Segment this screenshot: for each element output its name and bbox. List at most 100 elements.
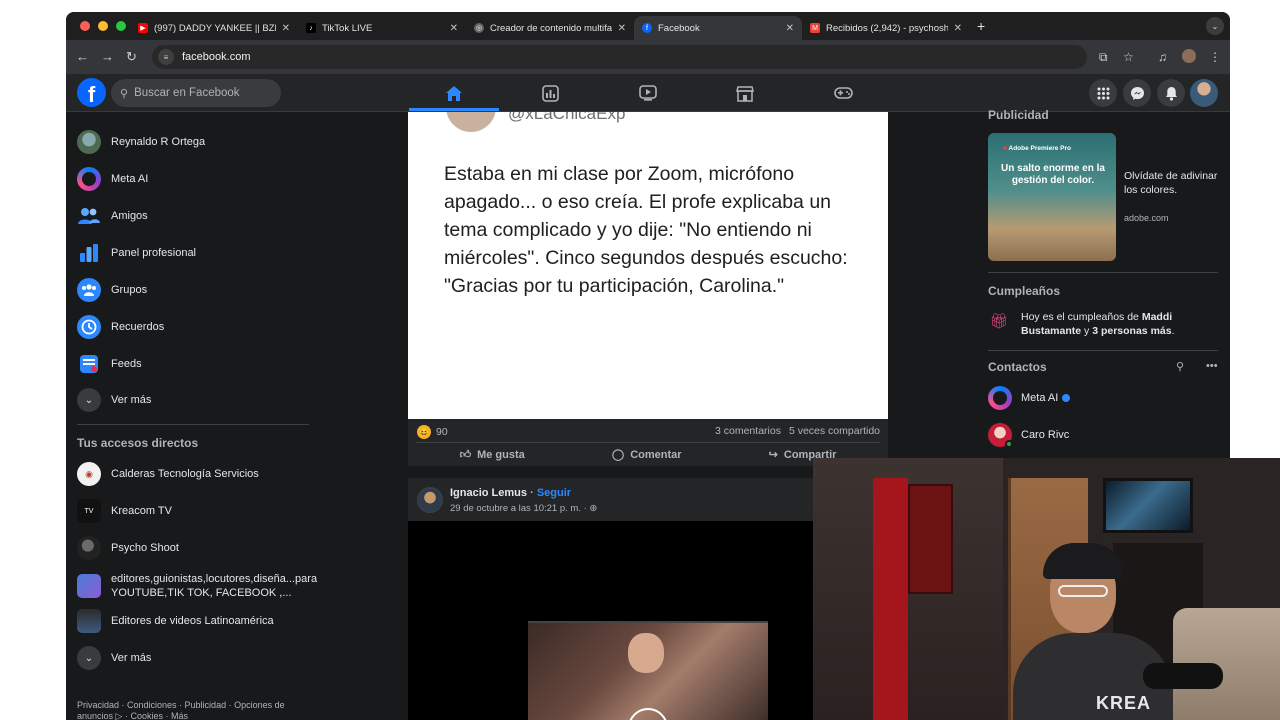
post-author-line: Ignacio Lemus · Seguir: [450, 487, 572, 499]
share-arrow-icon: ↪: [768, 449, 778, 461]
author-avatar[interactable]: [417, 487, 443, 513]
birthday-others[interactable]: 3 personas más: [1092, 325, 1171, 337]
post-image[interactable]: @xLaChicaExp Estaba en mi clase por Zoom…: [408, 112, 888, 419]
tab-facebook[interactable]: f Facebook ✕: [634, 16, 802, 40]
avatar: [77, 130, 101, 154]
shortcut-kreacom[interactable]: TV Kreacom TV: [77, 496, 312, 526]
sidebar-item-label: Meta AI: [111, 173, 149, 185]
comment-count[interactable]: 3 comentarios: [715, 425, 781, 437]
video-nav-icon[interactable]: [637, 83, 659, 103]
memories-icon: [77, 315, 101, 339]
footer-links[interactable]: Privacidad · Condiciones · Publicidad · …: [77, 700, 317, 720]
search-icon: ⚲: [120, 87, 129, 100]
active-nav-indicator: [409, 108, 499, 111]
sidebar-item-feeds[interactable]: Feeds: [77, 349, 312, 379]
webcam-monitor: [1103, 478, 1193, 533]
chevron-down-icon: ⌄: [77, 388, 101, 412]
home-nav-icon[interactable]: [443, 83, 465, 103]
notifications-bell-icon[interactable]: [1157, 79, 1185, 107]
close-tab-icon[interactable]: ✕: [618, 23, 626, 34]
sidebar-item-dashboard[interactable]: Panel profesional: [77, 238, 312, 268]
webcam-streamer: KREA: [1013, 543, 1223, 720]
shortcut-label: Kreacom TV: [111, 505, 172, 517]
reload-icon[interactable]: ↻: [126, 49, 137, 65]
facebook-logo[interactable]: f: [77, 78, 106, 107]
tab-youtube[interactable]: ▶ (997) DADDY YANKEE || BZR ✕: [130, 16, 298, 40]
webcam-red-wall: [873, 478, 908, 720]
ad-image: ■ Adobe Premiere Pro Un salto enorme en …: [988, 133, 1116, 261]
install-app-icon[interactable]: ⧉: [1099, 50, 1108, 65]
tab-title: Recibidos (2,942) - psychosh: [826, 22, 948, 34]
tab-creador[interactable]: ◎ Creador de contenido multifa ✕: [466, 16, 634, 40]
verified-badge-icon: [1062, 394, 1071, 402]
post-date[interactable]: 29 de octubre a las 10:21 p. m. · ⊕: [450, 503, 597, 514]
media-control-icon[interactable]: ♫: [1158, 50, 1167, 64]
tab-title: TikTok LIVE: [322, 22, 373, 34]
browser-menu-icon[interactable]: ⋮: [1209, 50, 1221, 64]
laugh-reaction-icon: 😆: [417, 425, 431, 439]
marketplace-nav-icon[interactable]: [734, 83, 756, 103]
dashboard-icon: [77, 241, 101, 265]
meta-ai-icon: [988, 386, 1012, 410]
close-tab-icon[interactable]: ✕: [786, 23, 794, 34]
shortcut-label: Calderas Tecnología Servicios: [111, 468, 259, 480]
tab-gmail[interactable]: M Recibidos (2,942) - psychosh ✕: [802, 16, 970, 40]
author-name[interactable]: Ignacio Lemus: [450, 487, 527, 499]
messenger-icon[interactable]: [1123, 79, 1151, 107]
shortcut-psycho-shoot[interactable]: Psycho Shoot: [77, 533, 312, 563]
new-tab-button[interactable]: +: [977, 18, 985, 34]
video-thumbnail: [528, 621, 768, 720]
address-bar[interactable]: ≡ facebook.com: [152, 45, 1087, 69]
close-tab-icon[interactable]: ✕: [450, 23, 458, 34]
contact-caro-rivc[interactable]: Caro Rivc: [988, 421, 1069, 449]
dashboard-nav-icon[interactable]: [539, 83, 561, 103]
sidebar-item-label: Amigos: [111, 210, 148, 222]
forward-icon[interactable]: →: [101, 49, 114, 64]
tab-search-button[interactable]: ⌄: [1206, 17, 1224, 35]
search-contacts-icon[interactable]: ⚲: [1176, 360, 1184, 373]
maximize-window-button[interactable]: [116, 21, 126, 31]
sidebar-item-meta-ai[interactable]: Meta AI: [77, 164, 312, 194]
close-tab-icon[interactable]: ✕: [282, 23, 290, 34]
window-controls: [80, 21, 126, 31]
menu-grid-icon[interactable]: [1089, 79, 1117, 107]
minimize-window-button[interactable]: [98, 21, 108, 31]
contact-meta-ai[interactable]: Meta AI: [988, 384, 1071, 412]
profile-avatar[interactable]: [1182, 49, 1196, 63]
tab-tiktok[interactable]: ♪ TikTok LIVE ✕: [298, 16, 466, 40]
bookmark-star-icon[interactable]: ☆: [1123, 50, 1134, 64]
shortcut-calderas[interactable]: ◉ Calderas Tecnología Servicios: [77, 459, 312, 489]
contacts-more-icon[interactable]: •••: [1206, 360, 1218, 372]
feed-post: @xLaChicaExp Estaba en mi clase por Zoom…: [408, 112, 888, 466]
back-icon[interactable]: ←: [76, 49, 89, 64]
shortcut-editores-group[interactable]: editores,guionistas,locutores,diseña...p…: [77, 570, 317, 602]
post-date-text: 29 de octubre a las 10:21 p. m. ·: [450, 503, 587, 514]
play-icon[interactable]: [628, 708, 668, 720]
birthday-notice[interactable]: 🎁︎ Hoy es el cumpleaños de Maddi Bustama…: [988, 310, 1228, 338]
site-info-icon[interactable]: ≡: [158, 49, 174, 65]
gaming-nav-icon[interactable]: [832, 83, 854, 103]
close-tab-icon[interactable]: ✕: [954, 23, 962, 34]
sponsored-ad[interactable]: ■ Adobe Premiere Pro Un salto enorme en …: [988, 133, 1228, 261]
sidebar-item-profile[interactable]: Reynaldo R Ortega: [77, 127, 312, 157]
birthday-pre: Hoy es el cumpleaños de: [1021, 311, 1142, 323]
comment-button[interactable]: ◯ Comentar: [612, 443, 682, 466]
gift-icon: 🎁︎: [989, 313, 1009, 330]
share-count[interactable]: 5 veces compartido: [789, 425, 880, 437]
follow-button[interactable]: Seguir: [537, 487, 571, 499]
sidebar-item-friends[interactable]: Amigos: [77, 201, 312, 231]
sidebar-item-groups[interactable]: Grupos: [77, 275, 312, 305]
shortcut-editores-latam[interactable]: Editores de videos Latinoamérica: [77, 606, 312, 636]
facebook-search-input[interactable]: ⚲ Buscar en Facebook: [111, 79, 281, 107]
tweet-text: Estaba en mi clase por Zoom, micrófono a…: [444, 163, 848, 297]
reaction-summary[interactable]: 😆 90: [417, 425, 448, 439]
birthday-mid: y: [1081, 325, 1093, 337]
sidebar-see-more-button[interactable]: ⌄ Ver más: [77, 385, 312, 415]
account-avatar[interactable]: [1190, 79, 1218, 107]
shortcuts-see-more-button[interactable]: ⌄ Ver más: [77, 643, 312, 673]
sidebar-item-memories[interactable]: Recuerdos: [77, 312, 312, 342]
birthday-end: .: [1171, 325, 1175, 337]
close-window-button[interactable]: [80, 21, 90, 31]
like-button[interactable]: 👍︎ Me gusta: [460, 443, 525, 466]
ad-brand-text: Adobe Premiere Pro: [1008, 145, 1072, 152]
